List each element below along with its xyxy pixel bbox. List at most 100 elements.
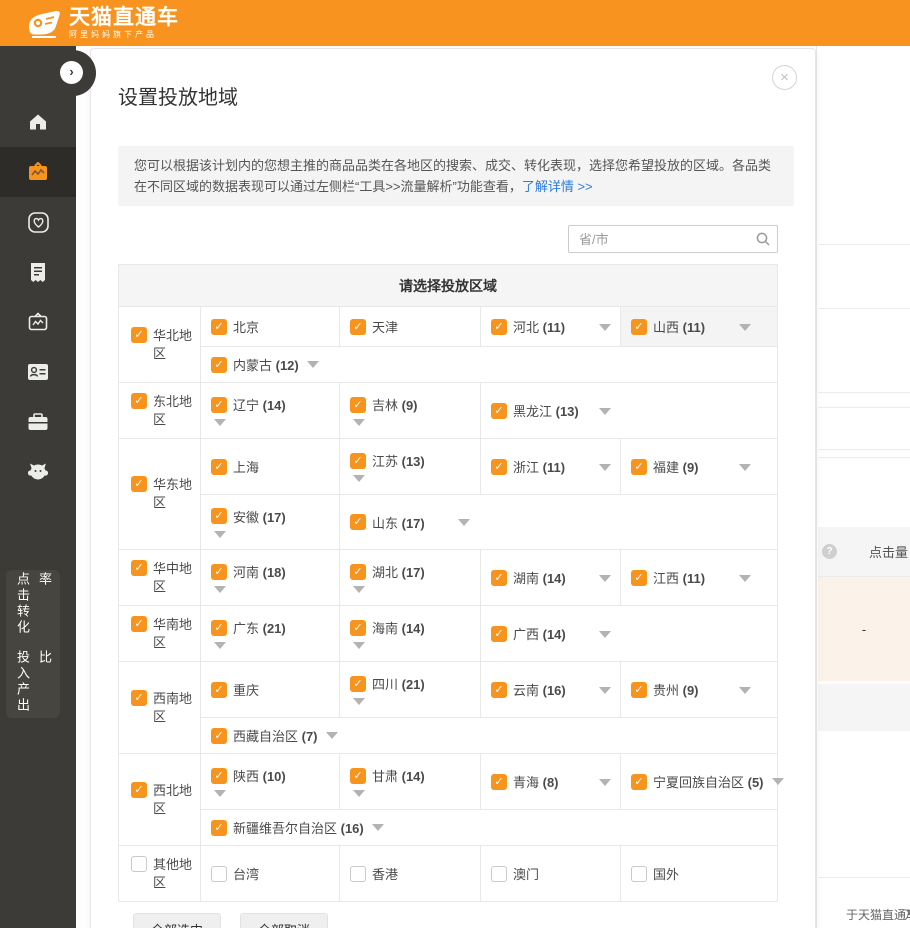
chevron-down-icon[interactable] xyxy=(599,408,611,415)
province-item[interactable]: ✓江西 (11) xyxy=(621,550,777,605)
province-item[interactable]: ✓吉林 (9) xyxy=(340,383,481,438)
province-item[interactable]: ✓宁夏回族自治区 (5) xyxy=(621,754,777,809)
region-checkbox[interactable]: ✓ xyxy=(131,560,147,576)
side-tool-click-rate[interactable]: 点击转化率 xyxy=(11,572,55,641)
sidebar-item-tools[interactable] xyxy=(0,397,76,447)
province-checkbox[interactable]: ✓ xyxy=(211,564,227,580)
search-icon[interactable] xyxy=(755,231,771,247)
sidebar-item-favorites[interactable] xyxy=(0,197,76,247)
province-checkbox[interactable]: ✓ xyxy=(491,459,507,475)
province-label[interactable]: 香港 xyxy=(372,864,398,883)
province-item[interactable]: 香港 xyxy=(340,846,481,901)
province-search-input[interactable] xyxy=(568,225,778,253)
province-label[interactable]: 安徽 (17) xyxy=(233,507,286,526)
province-label[interactable]: 广西 (14) xyxy=(513,624,566,643)
province-checkbox[interactable]: ✓ xyxy=(211,728,227,744)
region-label[interactable]: 华中地区 xyxy=(153,560,197,596)
chevron-down-icon[interactable] xyxy=(214,642,226,649)
province-item[interactable]: ✓内蒙古 (12) xyxy=(201,347,777,382)
province-item[interactable]: ✓青海 (8) xyxy=(481,754,621,809)
province-item[interactable]: ✓ 西藏自治区 (7) xyxy=(201,718,777,753)
province-label[interactable]: 国外 xyxy=(653,864,679,883)
province-label[interactable]: 黑龙江 (13) xyxy=(513,401,579,420)
chevron-down-icon[interactable] xyxy=(739,687,751,694)
chevron-down-icon[interactable] xyxy=(739,464,751,471)
province-checkbox[interactable]: ✓ xyxy=(211,620,227,636)
side-tools-panel[interactable]: 点击转化率 投入产出比 xyxy=(6,570,60,718)
province-label[interactable]: 甘肃 (14) xyxy=(372,766,425,785)
province-label[interactable]: 河北 (11) xyxy=(513,317,565,336)
region-checkbox[interactable]: ✓ xyxy=(131,690,147,706)
region-label[interactable]: 西北地区 xyxy=(153,782,197,818)
sidebar-expand-button[interactable]: › xyxy=(60,61,83,84)
province-item[interactable]: 国外 xyxy=(621,846,777,901)
chevron-down-icon[interactable] xyxy=(326,732,338,739)
province-item[interactable]: ✓ 山东 (17) xyxy=(340,495,777,549)
region-checkbox[interactable]: ✓ xyxy=(131,393,147,409)
province-checkbox[interactable]: ✓ xyxy=(491,682,507,698)
province-checkbox[interactable]: ✓ xyxy=(350,397,366,413)
province-label[interactable]: 西藏自治区 (7) xyxy=(233,726,318,745)
province-checkbox[interactable]: ✓ xyxy=(350,620,366,636)
province-item[interactable]: ✓重庆 xyxy=(201,662,340,717)
region-label[interactable]: 其他地区 xyxy=(153,856,197,892)
chevron-down-icon[interactable] xyxy=(353,790,365,797)
region-label[interactable]: 华南地区 xyxy=(153,616,197,652)
chevron-down-icon[interactable] xyxy=(353,419,365,426)
province-item[interactable]: ✓ 广西 (14) xyxy=(481,606,777,661)
province-checkbox[interactable]: ✓ xyxy=(350,514,366,530)
chevron-down-icon[interactable] xyxy=(599,464,611,471)
chevron-down-icon[interactable] xyxy=(599,324,611,331)
region-checkbox[interactable] xyxy=(131,856,147,872)
province-item[interactable]: ✓陕西 (10) xyxy=(201,754,340,809)
chevron-down-icon[interactable] xyxy=(307,361,319,368)
province-item[interactable]: ✓新疆维吾尔自治区 (16) xyxy=(201,810,777,845)
province-checkbox[interactable]: ✓ xyxy=(350,768,366,784)
chevron-down-icon[interactable] xyxy=(372,824,384,831)
province-checkbox[interactable]: ✓ xyxy=(631,682,647,698)
chevron-down-icon[interactable] xyxy=(214,531,226,538)
province-item[interactable]: ✓浙江 (11) xyxy=(481,439,621,494)
chevron-down-icon[interactable] xyxy=(353,642,365,649)
province-item[interactable]: ✓江苏 (13) xyxy=(340,439,481,494)
region-label[interactable]: 华北地区 xyxy=(153,327,197,363)
province-checkbox[interactable]: ✓ xyxy=(491,626,507,642)
province-checkbox[interactable] xyxy=(211,866,227,882)
province-item[interactable]: ✓贵州 (9) xyxy=(621,662,777,717)
region-checkbox[interactable]: ✓ xyxy=(131,327,147,343)
province-item[interactable]: ✓ 河北 (11) xyxy=(481,307,621,346)
chevron-down-icon[interactable] xyxy=(353,475,365,482)
chevron-down-icon[interactable] xyxy=(214,790,226,797)
province-item[interactable]: ✓天津 xyxy=(340,307,481,346)
chevron-down-icon[interactable] xyxy=(458,519,470,526)
region-label[interactable]: 西南地区 xyxy=(153,690,197,726)
province-checkbox[interactable]: ✓ xyxy=(491,319,507,335)
chevron-down-icon[interactable] xyxy=(599,779,611,786)
province-item[interactable]: ✓ 云南 (16) xyxy=(481,662,621,717)
province-label[interactable]: 重庆 xyxy=(233,680,259,699)
province-label[interactable]: 云南 (16) xyxy=(513,680,566,699)
province-label[interactable]: 北京 xyxy=(233,317,259,336)
chevron-down-icon[interactable] xyxy=(353,586,365,593)
chevron-down-icon[interactable] xyxy=(772,778,784,785)
province-label[interactable]: 广东 (21) xyxy=(233,618,286,637)
province-checkbox[interactable]: ✓ xyxy=(211,820,227,836)
province-label[interactable]: 湖南 (14) xyxy=(513,568,566,587)
province-item[interactable]: ✓山西 (11) xyxy=(621,307,777,346)
province-item[interactable]: ✓辽宁 (14) xyxy=(201,383,340,438)
province-label[interactable]: 山东 (17) xyxy=(372,513,425,532)
province-label[interactable]: 宁夏回族自治区 (5) xyxy=(653,772,764,791)
chevron-down-icon[interactable] xyxy=(739,575,751,582)
province-label[interactable]: 天津 xyxy=(372,317,398,336)
province-label[interactable]: 上海 xyxy=(233,457,259,476)
region-checkbox[interactable]: ✓ xyxy=(131,616,147,632)
region-checkbox[interactable]: ✓ xyxy=(131,476,147,492)
province-label[interactable]: 海南 (14) xyxy=(372,618,425,637)
province-checkbox[interactable]: ✓ xyxy=(491,403,507,419)
province-item[interactable]: ✓安徽 (17) xyxy=(201,495,340,549)
province-checkbox[interactable]: ✓ xyxy=(631,319,647,335)
province-label[interactable]: 青海 (8) xyxy=(513,772,559,791)
chevron-down-icon[interactable] xyxy=(599,631,611,638)
province-label[interactable]: 台湾 xyxy=(233,864,259,883)
province-item[interactable]: ✓ 海南 (14) xyxy=(340,606,481,661)
